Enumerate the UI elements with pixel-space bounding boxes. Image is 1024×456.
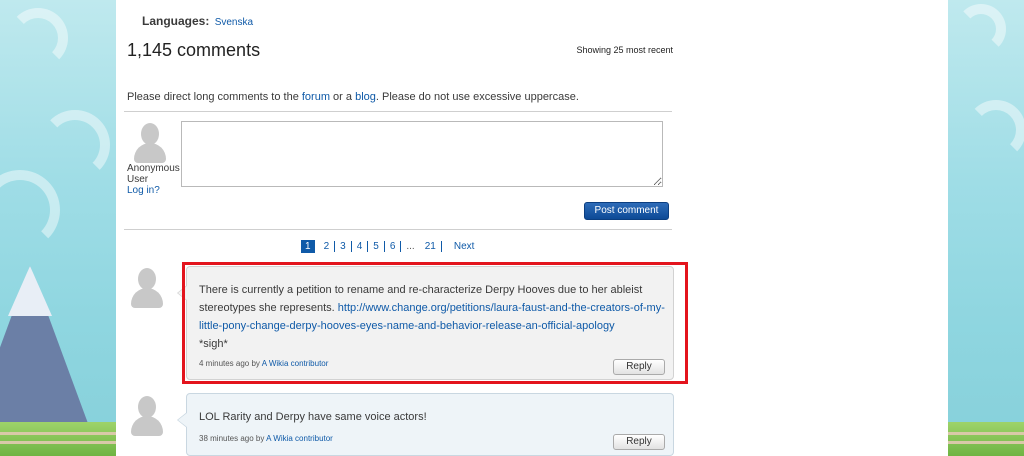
reply-button[interactable]: Reply: [613, 359, 665, 375]
comment-time: 4 minutes ago by: [199, 359, 262, 368]
cloud-swirl: [956, 4, 1006, 54]
divider: [124, 229, 672, 230]
avatar-body: [134, 143, 166, 163]
forum-link[interactable]: forum: [302, 91, 330, 103]
cloud-swirl: [0, 170, 60, 250]
languages-row: Languages: Svenska: [142, 14, 253, 28]
pagination-ellipsis: ...: [406, 241, 415, 252]
anonymous-user-label: Anonymous User: [127, 163, 180, 185]
commenter-avatar-icon: [130, 396, 163, 438]
avatar-body: [131, 416, 163, 436]
avatar-head: [138, 268, 156, 290]
comment-textarea[interactable]: [181, 121, 663, 187]
comment-text: There is currently a petition to rename …: [199, 281, 665, 353]
login-link[interactable]: Log in?: [127, 185, 160, 196]
cloud-swirl: [40, 110, 110, 180]
comment-text: LOL Rarity and Derpy have same voice act…: [199, 408, 665, 426]
cloud-swirl: [966, 100, 1024, 160]
fence-illustration: [0, 432, 116, 444]
languages-label: Languages:: [142, 14, 210, 28]
background-left-decoration: [0, 0, 116, 456]
notice-text: or a: [330, 91, 356, 103]
avatar-head: [138, 396, 156, 418]
post-comment-button[interactable]: Post comment: [584, 202, 669, 220]
notice-text: Please direct long comments to the: [127, 91, 302, 103]
fence-illustration: [946, 432, 1024, 444]
comment-time: 38 minutes ago by: [199, 434, 267, 443]
blog-link[interactable]: blog: [355, 91, 376, 103]
reply-button[interactable]: Reply: [613, 434, 665, 450]
comment-meta: 4 minutes ago by A Wikia contributor: [199, 359, 328, 368]
avatar-body: [131, 288, 163, 308]
comment-body: LOL Rarity and Derpy have same voice act…: [199, 411, 427, 423]
main-content: Languages: Svenska 1,145 comments Showin…: [116, 0, 948, 456]
page-link-1[interactable]: 1: [301, 240, 315, 253]
mountain-snowcap: [8, 266, 52, 316]
page-link-2[interactable]: 2: [319, 241, 336, 252]
page-link-6[interactable]: 6: [385, 241, 402, 252]
page-link-21[interactable]: 21: [420, 241, 442, 252]
speech-bubble-arrow: [177, 285, 187, 301]
comments-count-title: 1,145 comments: [127, 40, 261, 60]
user-avatar-icon: [133, 123, 166, 165]
divider: [124, 111, 672, 112]
page-link-3[interactable]: 3: [335, 241, 352, 252]
page-link-5[interactable]: 5: [368, 241, 385, 252]
language-link-svenska[interactable]: Svenska: [215, 17, 253, 28]
comment-author-link[interactable]: A Wikia contributor: [266, 434, 333, 443]
notice-text: . Please do not use excessive uppercase.: [375, 91, 579, 103]
comment-meta: 38 minutes ago by A Wikia contributor: [199, 434, 333, 443]
cloud-swirl: [8, 8, 68, 68]
pagination: 1 2 3 4 5 6 ... 21 Next: [301, 240, 474, 253]
comment-author-link[interactable]: A Wikia contributor: [262, 359, 329, 368]
comment-guidelines-notice: Please direct long comments to the forum…: [127, 91, 579, 103]
comment-body-tail: *sigh*: [199, 338, 228, 350]
comment-item: LOL Rarity and Derpy have same voice act…: [177, 393, 674, 456]
next-page-link[interactable]: Next: [442, 241, 475, 252]
showing-count-text: Showing 25 most recent: [576, 45, 673, 55]
page-link-4[interactable]: 4: [352, 241, 369, 252]
commenter-avatar-icon: [130, 268, 163, 310]
avatar-head: [141, 123, 159, 145]
background-right-decoration: [946, 0, 1024, 456]
speech-bubble-arrow: [177, 412, 187, 428]
comment-item: There is currently a petition to rename …: [177, 266, 674, 380]
